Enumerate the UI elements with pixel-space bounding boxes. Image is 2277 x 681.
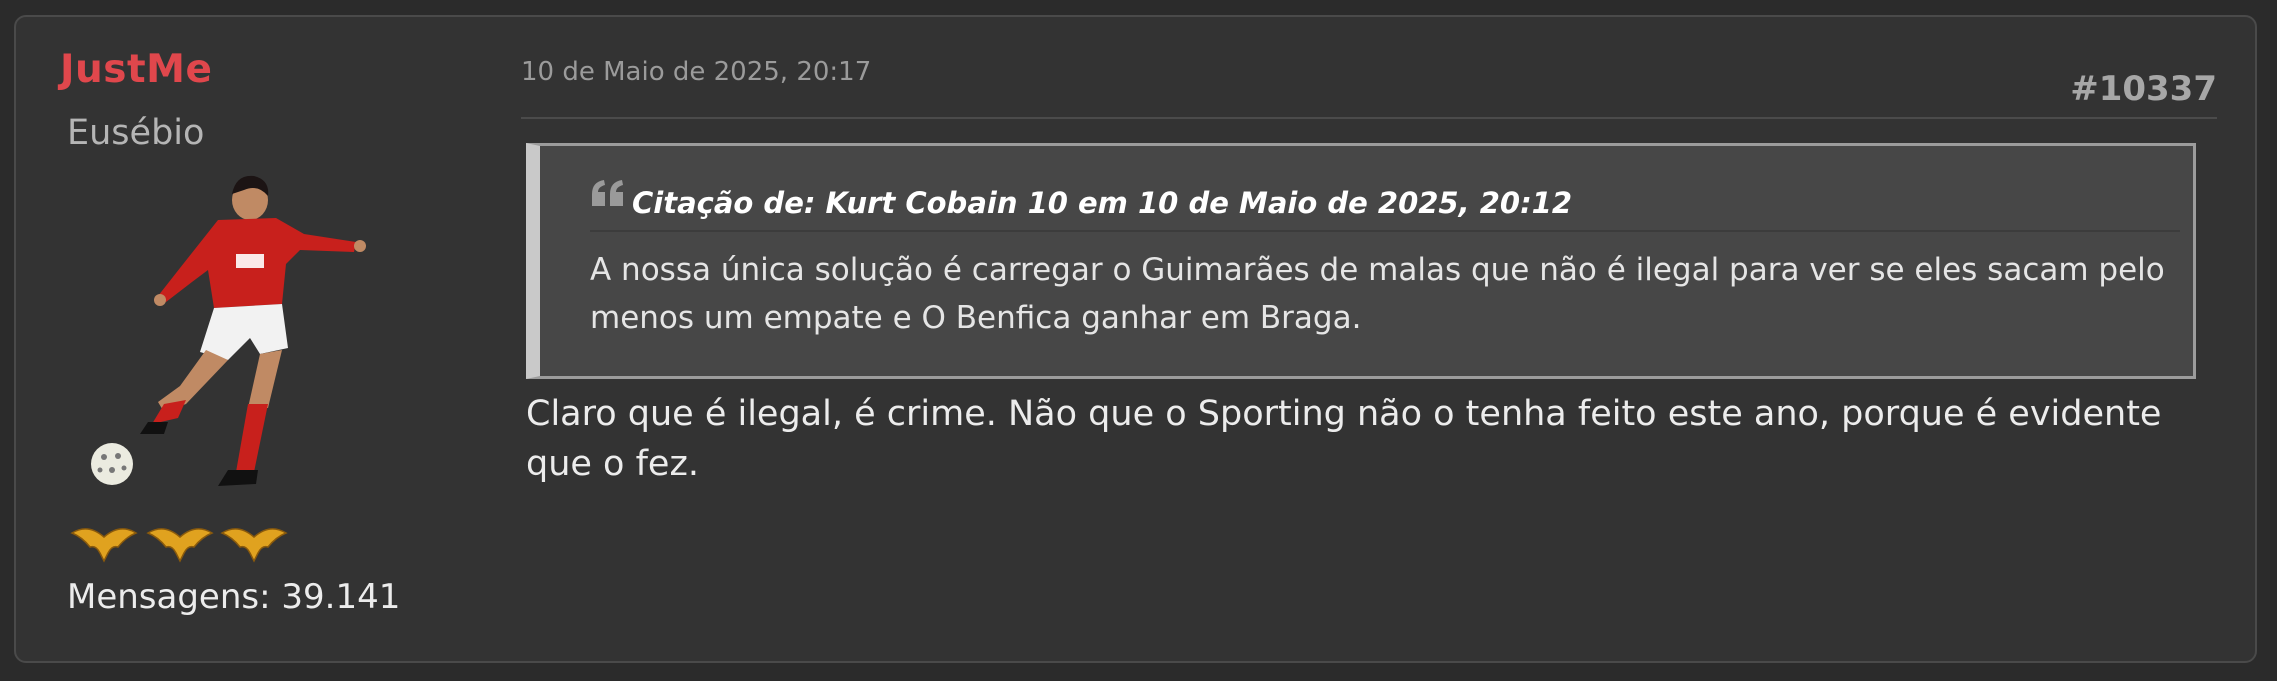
post-date: 10 de Maio de 2025, 20:17 [521,57,872,87]
quote-marks-icon [592,180,623,206]
post-number-link[interactable]: #10337 [2070,69,2217,109]
quote-text: A nossa única solução é carregar o Guima… [590,252,2165,336]
forum-post: JustMe Eusébio Mensagens: 39.141 10 de M… [14,15,2257,663]
post-body: Claro que é ilegal, é crime. Não que o S… [526,394,2162,484]
quote-title-link[interactable]: Citação de: Kurt Cobain 10 em 10 de Maio… [632,186,1572,220]
gold-eagle-icon [146,528,214,563]
quote-block: Citação de: Kurt Cobain 10 em 10 de Maio… [526,143,2196,379]
header-divider [521,117,2217,119]
soccer-ball-icon [91,443,133,485]
gold-eagle-icon [220,528,288,563]
quote-divider [590,230,2180,232]
player-figure [140,175,366,486]
author-name-link[interactable]: JustMe [60,47,212,92]
avatar[interactable] [68,172,398,512]
author-rank: Eusébio [67,113,205,153]
post-count: Mensagens: 39.141 [67,577,401,617]
gold-eagle-icon [70,528,138,563]
rank-badges [70,528,288,563]
